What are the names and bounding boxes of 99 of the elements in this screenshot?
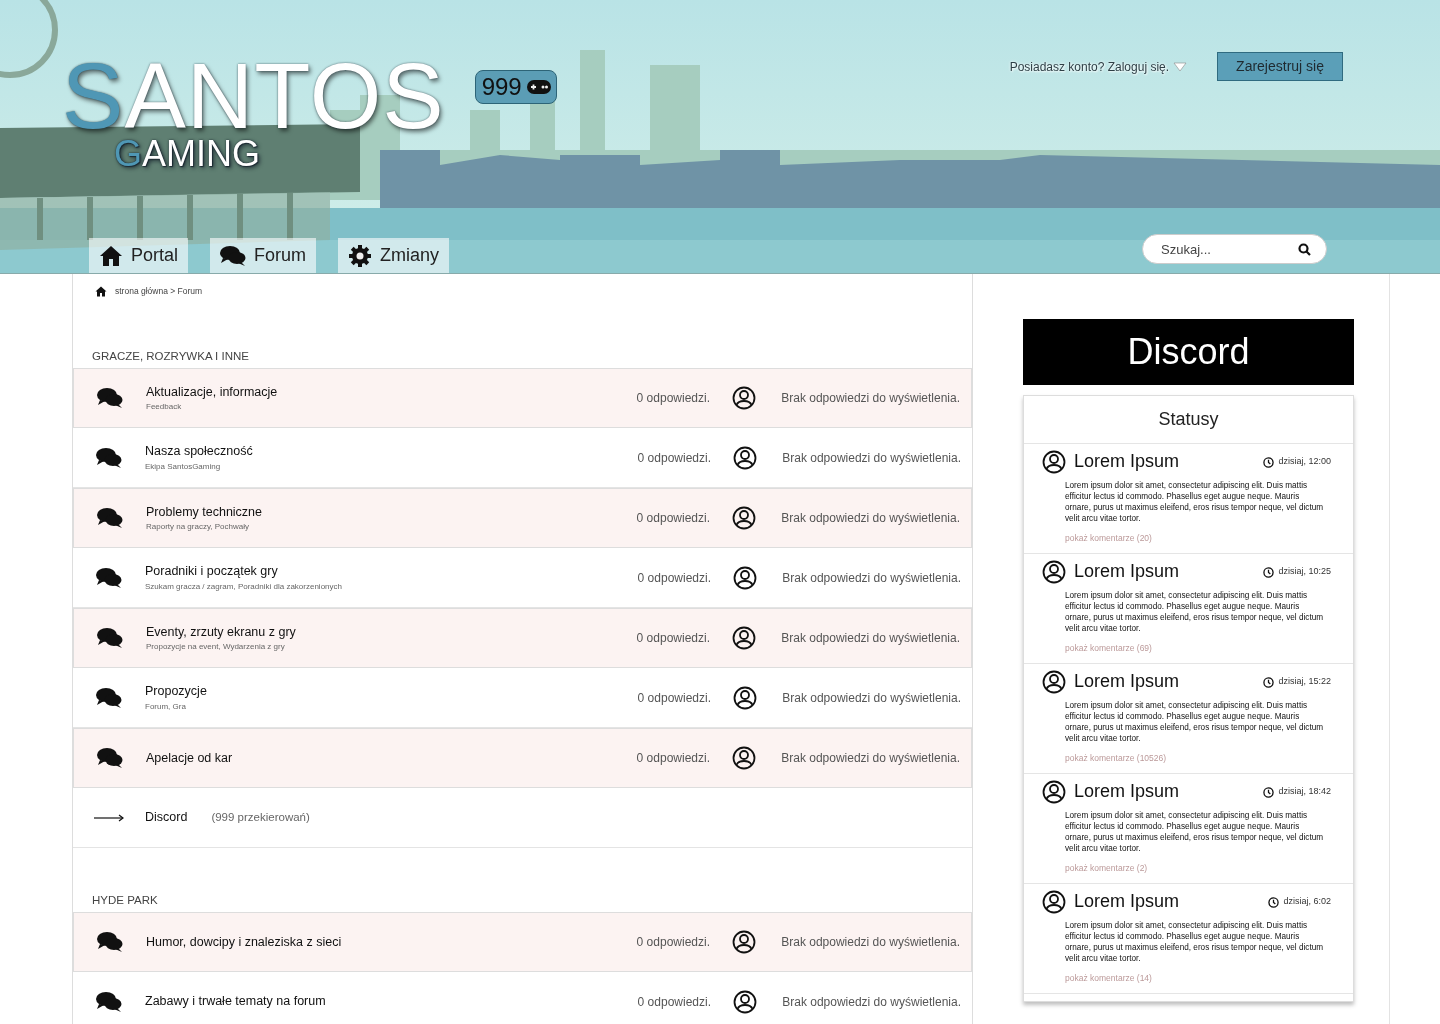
reply-count: 0 odpowiedzi. [636, 390, 710, 407]
reply-count: 0 odpowiedzi. [637, 449, 711, 467]
forum-title[interactable]: Problemy techniczne [146, 502, 637, 522]
user-icon [733, 565, 757, 590]
post-time: dzisiaj, 10:25 [1278, 565, 1331, 579]
chat-icon [96, 990, 122, 1013]
reply-count: 0 odpowiedzi. [637, 689, 711, 707]
redirect-count: (999 przekierowań) [211, 809, 310, 825]
nav-tab[interactable]: Zmiany [338, 238, 450, 273]
search-icon [1298, 243, 1311, 256]
chat-icon [97, 747, 123, 769]
post-time: dzisiaj, 15:22 [1278, 675, 1331, 689]
register-button[interactable]: Zarejestruj się [1217, 52, 1343, 81]
forum-title[interactable]: Humor, dowcipy i znaleziska z sieci [146, 932, 637, 952]
gear-icon [348, 243, 373, 268]
section-heading: HYDE PARK [91, 893, 159, 908]
clock-icon [1268, 896, 1280, 908]
avatar-icon [1042, 670, 1066, 694]
reply-count: 0 odpowiedzi. [636, 750, 710, 767]
avatar-icon [1042, 560, 1066, 584]
last-post-text: Brak odpowiedzi do wyświetlenia. [780, 510, 960, 527]
home-icon [99, 244, 123, 267]
user-icon [732, 386, 756, 410]
post-text: Lorem ipsum dolor sit amet, consectetur adipiscing elit. Duis mattis efficitur lectus id commodo. Phasellus eget augue neque. Mauris ornare, purus ut maximus eleifend, eros risus tempor neque, vel dictum velit arcu vitae tortor. [1064, 700, 1325, 744]
forum-title[interactable]: Nasza społeczność [145, 442, 638, 461]
search-field[interactable]: Szukaj... [1142, 234, 1327, 264]
user-icon [732, 930, 756, 955]
login-link[interactable]: Posiadasz konto? Zaloguj się. [1009, 57, 1188, 76]
last-post-text: Brak odpowiedzi do wyświetlenia. [781, 689, 961, 707]
post-text: Lorem ipsum dolor sit amet, consectetur adipiscing elit. Duis mattis efficitur lectus id commodo. Phasellus eget augue neque. Mauris ornare, purus ut maximus eleifend, eros risus tempor neque, vel dictum velit arcu vitae tortor. [1064, 480, 1325, 524]
home-icon [95, 285, 107, 297]
post-author[interactable]: Lorem Ipsum [1074, 561, 1180, 583]
post-time: dzisiaj, 6:02 [1283, 895, 1331, 909]
chat-icon [96, 446, 122, 469]
forum-title[interactable]: Poradniki i początek gry [145, 562, 638, 581]
avatar-icon [1042, 780, 1066, 804]
reply-count: 0 odpowiedzi. [636, 630, 710, 647]
forum-title[interactable]: Zabawy i trwałe tematy na forum [145, 992, 638, 1012]
user-icon [733, 685, 757, 710]
forum-title[interactable]: Aktualizacje, informacje [146, 382, 637, 402]
clock-icon [1263, 786, 1275, 798]
user-icon [732, 626, 756, 650]
chat-icon [220, 244, 247, 267]
forum-title[interactable]: Propozycje [145, 682, 638, 701]
forum-subtitle: Raporty na graczy, Pochwały [146, 521, 250, 534]
section-heading: GRACZE, ROZRYWKA I INNE [91, 348, 250, 364]
post-author[interactable]: Lorem Ipsum [1074, 781, 1180, 803]
reply-count: 0 odpowiedzi. [637, 993, 711, 1011]
caret-icon [1173, 61, 1188, 72]
chat-icon [96, 566, 122, 589]
post-time: dzisiaj, 12:00 [1278, 455, 1331, 469]
forum-subtitle: Forum, Gra [145, 700, 187, 713]
forum-title[interactable]: Apelacje od kar [146, 748, 637, 768]
user-icon [732, 746, 756, 770]
counter-badge: 999 [474, 70, 557, 104]
last-post-text: Brak odpowiedzi do wyświetlenia. [781, 569, 961, 587]
card-title: Statusy [1158, 408, 1219, 431]
last-post-text: Brak odpowiedzi do wyświetlenia. [780, 934, 960, 952]
post-text: Lorem ipsum dolor sit amet, consectetur adipiscing elit. Duis mattis efficitur lectus id commodo. Phasellus eget augue neque. Mauris ornare, purus ut maximus eleifend, eros risus tempor neque, vel dictum velit arcu vitae tortor. [1064, 920, 1325, 964]
user-icon [733, 445, 757, 470]
avatar-icon [1042, 450, 1066, 474]
user-icon [733, 989, 757, 1014]
last-post-text: Brak odpowiedzi do wyświetlenia. [780, 630, 960, 647]
post-time: dzisiaj, 18:42 [1278, 785, 1331, 799]
last-post-text: Brak odpowiedzi do wyświetlenia. [780, 390, 960, 407]
last-post-text: Brak odpowiedzi do wyświetlenia. [780, 750, 960, 767]
clock-icon [1263, 566, 1275, 578]
reply-count: 0 odpowiedzi. [636, 510, 710, 527]
forum-subtitle: Ekipa SantosGaming [145, 460, 222, 473]
forum-title[interactable]: Discord [145, 808, 188, 827]
forum-subtitle: Szukam gracza / zagram, Poradniki dla zakorzenionych [145, 580, 343, 593]
last-post-text: Brak odpowiedzi do wyświetlenia. [781, 449, 961, 467]
chat-icon [97, 507, 123, 529]
breadcrumb[interactable]: strona główna > Forum [115, 285, 203, 298]
post-text: Lorem ipsum dolor sit amet, consectetur adipiscing elit. Duis mattis efficitur lectus id commodo. Phasellus eget augue neque. Mauris ornare, purus ut maximus eleifend, eros risus tempor neque, vel dictum velit arcu vitae tortor. [1064, 810, 1325, 854]
chat-icon [97, 387, 123, 409]
chat-icon [97, 627, 123, 649]
discord-banner[interactable]: Discord [1023, 319, 1354, 385]
post-author[interactable]: Lorem Ipsum [1074, 451, 1180, 473]
clock-icon [1263, 676, 1275, 688]
avatar-icon [1042, 890, 1066, 914]
chat-icon [96, 686, 122, 709]
last-post-text: Brak odpowiedzi do wyświetlenia. [781, 993, 961, 1011]
clock-icon [1263, 456, 1275, 468]
post-author[interactable]: Lorem Ipsum [1074, 671, 1180, 693]
post-author[interactable]: Lorem Ipsum [1074, 891, 1180, 913]
forum-subtitle: Feedback [146, 401, 183, 414]
post-text: Lorem ipsum dolor sit amet, consectetur adipiscing elit. Duis mattis efficitur lectus id commodo. Phasellus eget augue neque. Mauris ornare, purus ut maximus eleifend, eros risus tempor neque, vel dictum velit arcu vitae tortor. [1064, 590, 1325, 634]
forum-title[interactable]: Eventy, zrzuty ekranu z gry [146, 622, 637, 642]
user-icon [732, 506, 756, 530]
reply-count: 0 odpowiedzi. [636, 934, 710, 952]
logo-subtitle: GAMING [114, 136, 262, 172]
chat-icon [97, 931, 123, 954]
forum-subtitle: Propozycje na event, Wydarzenia z gry [146, 641, 286, 654]
reply-count: 0 odpowiedzi. [637, 569, 711, 587]
nav-tab[interactable]: Portal [89, 238, 189, 273]
arrow-icon [93, 813, 125, 822]
gamepad-icon [525, 79, 552, 95]
nav-tab[interactable]: Forum [210, 238, 317, 273]
